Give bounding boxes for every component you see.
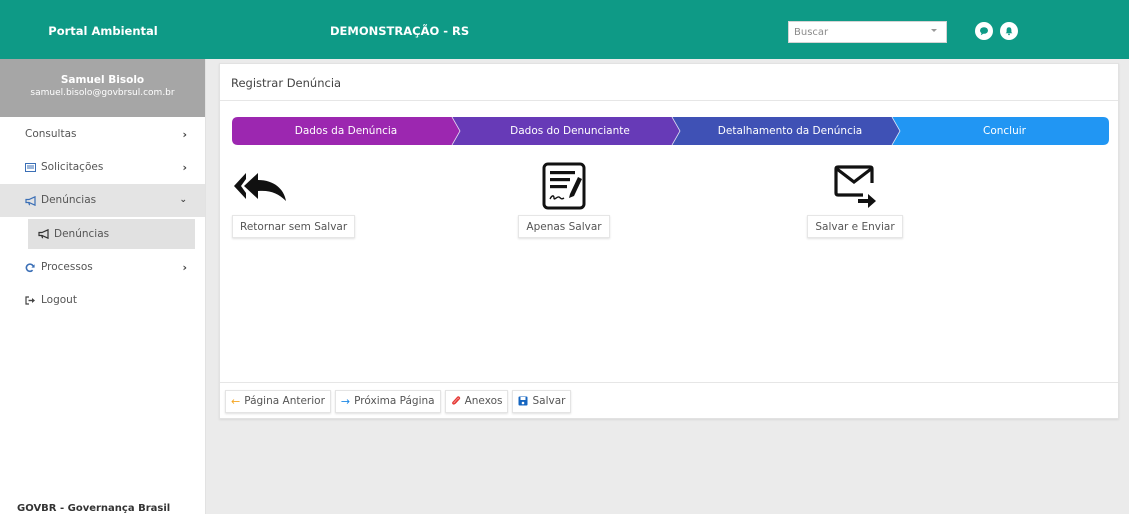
- paperclip-icon: [451, 395, 461, 407]
- signed-document-icon[interactable]: [538, 160, 590, 212]
- chevron-right-icon: ›: [182, 261, 187, 274]
- refresh-icon: [25, 262, 37, 273]
- envelope-send-icon[interactable]: [830, 163, 880, 209]
- floppy-disk-icon: [518, 396, 528, 406]
- megaphone-icon: [25, 195, 37, 206]
- sidebar-item-label: Consultas: [25, 128, 77, 140]
- sidebar-item-solicitacoes[interactable]: Solicitações ›: [0, 151, 205, 184]
- chevron-down-icon: ⌄: [179, 195, 187, 205]
- notifications-button[interactable]: [1000, 22, 1018, 40]
- attachments-button[interactable]: Anexos: [444, 389, 509, 413]
- sidebar-item-denuncias[interactable]: Denúncias ⌄: [0, 184, 205, 217]
- step-concluir[interactable]: Concluir: [900, 117, 1109, 145]
- sidebar-item-label: Solicitações: [41, 161, 104, 173]
- save-only-button[interactable]: Apenas Salvar: [518, 215, 610, 238]
- action-send-icon-wrap: [785, 161, 925, 211]
- step-detalhamento[interactable]: Detalhamento da Denúncia: [680, 117, 900, 145]
- sidebar-subitem-label: Denúncias: [54, 228, 110, 240]
- attachments-label: Anexos: [464, 395, 503, 407]
- main-card: Registrar Denúncia Dados da Denúncia Dad…: [219, 63, 1119, 419]
- top-bar: Portal Ambiental DEMONSTRAÇÃO - RS: [0, 0, 1129, 59]
- save-button[interactable]: Salvar: [512, 389, 572, 413]
- sidebar-subitem-denuncias[interactable]: Denúncias: [28, 219, 195, 249]
- brand-title[interactable]: Portal Ambiental: [0, 0, 206, 59]
- arrow-right-icon: →: [340, 394, 351, 408]
- previous-page-button[interactable]: ← Página Anterior: [225, 389, 331, 413]
- save-and-send-button[interactable]: Salvar e Enviar: [807, 215, 903, 238]
- sidebar-item-label: Processos: [41, 261, 93, 273]
- action-return: Retornar sem Salvar: [228, 161, 368, 238]
- search-select[interactable]: [788, 21, 947, 43]
- sidebar-menu: Consultas › Solicitações › Denúncias ⌄ D…: [0, 118, 205, 317]
- search-input[interactable]: [789, 22, 919, 42]
- chat-button[interactable]: [975, 22, 993, 40]
- reply-all-icon[interactable]: [232, 169, 288, 203]
- chevron-right-icon: ›: [182, 128, 187, 141]
- arrow-left-icon: ←: [231, 394, 241, 408]
- user-name: Samuel Bisolo: [60, 74, 145, 86]
- action-return-icon-wrap: [228, 161, 368, 211]
- wizard-steps: Dados da Denúncia Dados do Denunciante D…: [232, 117, 1109, 145]
- step-dados-denuncia[interactable]: Dados da Denúncia: [232, 117, 460, 145]
- chat-icon: [980, 27, 988, 36]
- page-title: Registrar Denúncia: [220, 64, 1118, 101]
- user-email: samuel.bisolo@govbrsul.com.br: [30, 88, 175, 98]
- user-profile: Samuel Bisolo samuel.bisolo@govbrsul.com…: [0, 59, 205, 117]
- step-dados-denunciante[interactable]: Dados do Denunciante: [460, 117, 680, 145]
- action-send: Salvar e Enviar: [785, 161, 925, 238]
- list-card-icon: [25, 163, 37, 172]
- return-without-saving-button[interactable]: Retornar sem Salvar: [232, 215, 356, 238]
- sidebar: Samuel Bisolo samuel.bisolo@govbrsul.com…: [0, 59, 206, 514]
- sidebar-item-logout[interactable]: Logout: [0, 284, 205, 317]
- bell-icon: [1005, 27, 1013, 36]
- next-page-button[interactable]: → Próxima Página: [334, 389, 441, 413]
- sidebar-item-consultas[interactable]: Consultas ›: [0, 118, 205, 151]
- megaphone-icon: [38, 229, 50, 239]
- sidebar-item-label: Denúncias: [41, 194, 97, 206]
- action-save-icon-wrap: [494, 161, 634, 211]
- dropdown-caret-icon[interactable]: [931, 29, 937, 32]
- previous-page-label: Página Anterior: [244, 395, 325, 407]
- sign-out-icon: [25, 296, 37, 305]
- action-area: Retornar sem Salvar Apenas Salvar Salvar…: [220, 161, 1118, 241]
- sidebar-item-processos[interactable]: Processos ›: [0, 251, 205, 284]
- action-save: Apenas Salvar: [494, 161, 634, 238]
- organization-name: DEMONSTRAÇÃO - RS: [330, 24, 470, 38]
- sidebar-item-label: Logout: [41, 294, 77, 306]
- next-page-label: Próxima Página: [354, 395, 435, 407]
- chevron-right-icon: ›: [182, 161, 187, 174]
- card-footer: ← Página Anterior → Próxima Página Anexo…: [220, 382, 1118, 419]
- footer-text: GOVBR - Governança Brasil: [17, 503, 171, 514]
- save-label: Salvar: [532, 395, 566, 407]
